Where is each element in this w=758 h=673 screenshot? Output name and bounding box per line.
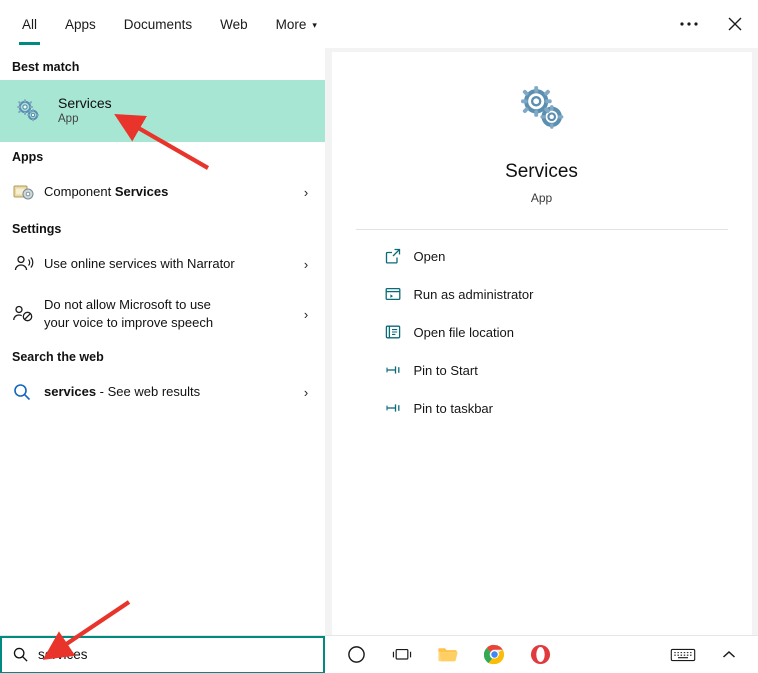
chevron-right-icon[interactable]: › bbox=[295, 307, 317, 322]
section-header-search-web: Search the web bbox=[12, 350, 104, 364]
web-result-query: services bbox=[44, 384, 97, 400]
taskbar-pinned-items bbox=[325, 636, 660, 673]
task-view-icon[interactable] bbox=[379, 636, 425, 673]
action-pin-to-start[interactable]: Pin to Start bbox=[356, 354, 728, 386]
pin-icon bbox=[384, 361, 414, 379]
narrator-label: Use online services with Narrator bbox=[44, 256, 235, 272]
screen: All Apps Documents Web More ▾ Best match… bbox=[0, 0, 758, 673]
open-icon bbox=[384, 247, 414, 265]
action-run-as-administrator[interactable]: Run as administrator bbox=[356, 278, 728, 310]
chevron-right-icon[interactable]: › bbox=[295, 385, 317, 400]
taskbar-tray bbox=[660, 636, 758, 673]
folder-location-icon bbox=[384, 323, 414, 341]
preview-app-type: App bbox=[530, 191, 553, 205]
speech-privacy-icon bbox=[12, 303, 42, 325]
action-pin-start-label: Pin to Start bbox=[413, 362, 478, 378]
action-open[interactable]: Open bbox=[356, 240, 728, 272]
preview-app-name: Services bbox=[505, 161, 578, 182]
tab-more[interactable]: More ▾ bbox=[262, 0, 331, 48]
search-body: Best match Services App Apps Component S… bbox=[0, 48, 758, 635]
action-run-admin-label: Run as administrator bbox=[413, 286, 534, 302]
preview-hero: Services App bbox=[332, 52, 752, 205]
section-header-settings: Settings bbox=[12, 222, 62, 236]
touch-keyboard-icon[interactable] bbox=[660, 636, 706, 673]
show-hidden-icons-chevron[interactable] bbox=[706, 636, 752, 673]
search-tabbar: All Apps Documents Web More ▾ bbox=[0, 0, 758, 48]
results-list: Best match Services App Apps Component S… bbox=[0, 48, 325, 635]
preview-divider bbox=[355, 229, 728, 230]
opera-icon[interactable] bbox=[517, 636, 563, 673]
tab-all-label: All bbox=[22, 16, 38, 32]
tab-documents[interactable]: Documents bbox=[110, 0, 206, 48]
result-web-services[interactable]: services - See web results › bbox=[0, 370, 325, 414]
preview-pane: Services App Open Run as administrator O… bbox=[325, 48, 758, 635]
voice-privacy-line2: your voice to improve speech bbox=[44, 315, 214, 330]
preview-actions: Open Run as administrator Open file loca… bbox=[332, 234, 752, 430]
tab-apps-label: Apps bbox=[65, 16, 96, 32]
services-gears-icon bbox=[12, 95, 56, 127]
voice-privacy-line1: Do not allow Microsoft to use bbox=[44, 297, 211, 313]
search-flyout: All Apps Documents Web More ▾ Best match… bbox=[0, 0, 758, 635]
component-services-match: Services bbox=[114, 184, 169, 200]
file-explorer-icon[interactable] bbox=[425, 636, 471, 673]
action-pin-to-taskbar[interactable]: Pin to taskbar bbox=[356, 392, 728, 424]
pin-icon bbox=[384, 399, 414, 417]
tab-web-label: Web bbox=[220, 16, 248, 32]
taskbar bbox=[0, 635, 758, 673]
component-services-prefix: Component bbox=[44, 184, 115, 200]
more-options-button[interactable] bbox=[666, 0, 712, 48]
action-open-label: Open bbox=[413, 248, 446, 264]
action-open-file-location[interactable]: Open file location bbox=[356, 316, 728, 348]
section-header-apps: Apps bbox=[12, 150, 44, 164]
result-best-match-services[interactable]: Services App bbox=[0, 80, 325, 142]
cortana-icon[interactable] bbox=[333, 636, 379, 673]
action-open-location-label: Open file location bbox=[413, 324, 514, 340]
search-icon bbox=[12, 382, 42, 402]
chevron-right-icon[interactable]: › bbox=[295, 257, 317, 272]
best-match-text: Services App bbox=[56, 94, 317, 128]
chrome-icon[interactable] bbox=[471, 636, 517, 673]
component-services-icon bbox=[12, 181, 42, 203]
voice-privacy-label: Do not allow Microsoft to use your voice… bbox=[42, 296, 295, 331]
tabbar-right-controls bbox=[666, 0, 758, 48]
component-services-label: Component Services bbox=[42, 183, 295, 201]
section-header-best-match: Best match bbox=[12, 60, 80, 74]
chevron-down-icon: ▾ bbox=[312, 19, 317, 30]
tab-web[interactable]: Web bbox=[206, 0, 262, 48]
close-button[interactable] bbox=[712, 0, 758, 48]
web-result-label: services - See web results bbox=[42, 383, 295, 401]
tab-more-label: More bbox=[275, 16, 307, 32]
tab-documents-label: Documents bbox=[123, 16, 193, 32]
action-pin-taskbar-label: Pin to taskbar bbox=[413, 400, 494, 416]
narrator-icon bbox=[12, 253, 42, 275]
close-icon bbox=[728, 17, 742, 31]
preview-card: Services App Open Run as administrator O… bbox=[331, 52, 752, 635]
ellipsis-icon bbox=[680, 22, 698, 26]
result-component-services[interactable]: Component Services › bbox=[0, 170, 325, 214]
tab-all[interactable]: All bbox=[8, 0, 51, 48]
tab-apps[interactable]: Apps bbox=[51, 0, 110, 48]
services-gears-icon bbox=[511, 78, 573, 145]
taskbar-search-box[interactable] bbox=[0, 635, 325, 673]
search-icon bbox=[12, 646, 38, 663]
search-input[interactable] bbox=[38, 637, 323, 672]
best-match-title: Services bbox=[58, 95, 112, 112]
shield-run-icon bbox=[384, 285, 414, 303]
best-match-subtitle: App bbox=[58, 113, 79, 126]
web-result-suffix: - See web results bbox=[96, 384, 201, 400]
result-narrator-online-services[interactable]: Use online services with Narrator › bbox=[0, 242, 325, 286]
result-voice-privacy[interactable]: Do not allow Microsoft to use your voice… bbox=[0, 286, 325, 342]
chevron-right-icon[interactable]: › bbox=[295, 185, 317, 200]
